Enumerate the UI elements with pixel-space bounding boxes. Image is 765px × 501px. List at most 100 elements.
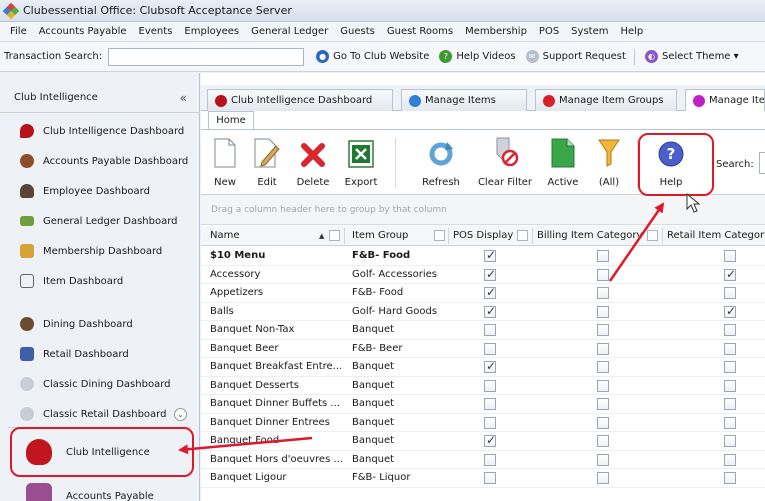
billing-category-checkbox[interactable] (597, 361, 609, 373)
billing-category-checkbox[interactable] (597, 324, 609, 336)
menu-guest-rooms[interactable]: Guest Rooms (381, 22, 459, 42)
retail-category-checkbox[interactable] (724, 342, 736, 355)
table-row[interactable]: Banquet Beer F&B- Beer (201, 340, 765, 358)
pos-display-checkbox[interactable] (484, 379, 496, 392)
sidebar-item-classic-dining-dashboard[interactable]: Classic Dining Dashboard (0, 369, 199, 399)
retail-category-checkbox[interactable] (724, 435, 736, 447)
pos-display-checkbox[interactable] (484, 304, 496, 318)
all-filter-button[interactable]: (All) (591, 134, 627, 194)
column-header-item-group[interactable]: Item Group (352, 226, 432, 246)
collapse-sidebar-icon[interactable]: « (180, 91, 187, 105)
retail-category-checkbox[interactable] (724, 453, 736, 466)
sidebar-item-accounts-payable-dashboard[interactable]: Accounts Payable Dashboard (0, 146, 199, 176)
pos-display-filter-icon[interactable] (517, 230, 528, 241)
billing-category-checkbox[interactable] (597, 250, 609, 262)
billing-category-checkbox[interactable] (597, 416, 609, 429)
new-button[interactable]: New (207, 134, 243, 194)
more-items-chevron-icon[interactable]: ⌄ (174, 407, 187, 421)
retail-category-checkbox[interactable] (724, 267, 736, 281)
transaction-search-input[interactable] (108, 47, 305, 66)
pos-display-checkbox[interactable] (484, 416, 496, 429)
retail-category-checkbox[interactable] (724, 379, 736, 392)
table-row[interactable]: Banquet Ligour F&B- Liquor (201, 469, 765, 488)
table-row[interactable]: Banquet Non-Tax Banquet (201, 321, 765, 340)
retail-category-checkbox[interactable] (724, 398, 736, 410)
billing-category-checkbox[interactable] (597, 453, 609, 466)
table-row[interactable]: Banquet Hors d'oeuvres ... Banquet (201, 451, 765, 469)
retail-category-checkbox[interactable] (724, 361, 736, 373)
billing-category-checkbox[interactable] (597, 268, 609, 281)
tab-club-intelligence-dashboard[interactable]: Club Intelligence Dashboard (207, 89, 393, 111)
retail-category-checkbox[interactable] (724, 324, 736, 336)
column-header-pos-display[interactable]: POS Display (453, 226, 515, 246)
refresh-button[interactable]: Refresh (417, 134, 465, 194)
pos-display-checkbox[interactable] (484, 472, 496, 484)
menu-events[interactable]: Events (133, 22, 179, 42)
menu-help[interactable]: Help (614, 22, 649, 42)
table-row[interactable]: Appetizers F&B- Food (201, 284, 765, 303)
billing-category-checkbox[interactable] (597, 305, 609, 318)
menu-system[interactable]: System (565, 22, 614, 42)
column-header-billing-item-category[interactable]: Billing Item Category (537, 226, 645, 246)
go-to-club-website-link[interactable]: ● Go To Club Website (316, 50, 429, 63)
menu-pos[interactable]: POS (533, 22, 565, 42)
pos-display-checkbox[interactable] (484, 248, 496, 262)
retail-category-checkbox[interactable] (724, 304, 736, 318)
billing-category-filter-icon[interactable] (647, 230, 658, 241)
sidebar-item-classic-retail-dashboard[interactable]: Classic Retail Dashboard ⌄ (0, 399, 199, 429)
billing-category-checkbox[interactable] (597, 435, 609, 447)
pos-display-checkbox[interactable] (484, 267, 496, 281)
pos-display-checkbox[interactable] (484, 453, 496, 466)
table-row[interactable]: Banquet Desserts Banquet (201, 377, 765, 395)
billing-category-checkbox[interactable] (597, 287, 609, 299)
active-filter-button[interactable]: Active (543, 134, 583, 194)
tab-manage-items[interactable]: Manage Items (401, 89, 527, 111)
billing-category-checkbox[interactable] (597, 398, 609, 410)
retail-category-checkbox[interactable] (724, 287, 736, 299)
sidebar-item-membership-dashboard[interactable]: Membership Dashboard (0, 236, 199, 266)
menu-accounts-payable[interactable]: Accounts Payable (33, 22, 133, 42)
search-input[interactable] (759, 152, 765, 174)
table-row[interactable]: Banquet Dinner Buffets ... Banquet (201, 395, 765, 414)
tab-manage-item-groups[interactable]: Manage Item Groups (535, 89, 677, 111)
table-row[interactable]: Balls Golf- Hard Goods (201, 303, 765, 321)
edit-button[interactable]: Edit (249, 134, 285, 194)
column-header-name[interactable]: Name (210, 226, 310, 246)
pos-display-checkbox[interactable] (484, 342, 496, 355)
item-group-filter-icon[interactable] (434, 230, 445, 241)
export-button[interactable]: Export (341, 134, 381, 194)
retail-category-checkbox[interactable] (724, 416, 736, 429)
group-by-panel[interactable]: Drag a column header here to group by th… (201, 195, 765, 225)
pos-display-checkbox[interactable] (484, 324, 496, 336)
sidebar-item-item-dashboard[interactable]: Item Dashboard (0, 266, 199, 296)
menu-membership[interactable]: Membership (459, 22, 533, 42)
sidebar-item-club-intelligence-dashboard[interactable]: Club Intelligence Dashboard (0, 116, 199, 146)
support-request-link[interactable]: ✉ Support Request (525, 50, 626, 63)
select-theme-button[interactable]: ◐ Select Theme ▾ (644, 50, 739, 63)
pos-display-checkbox[interactable] (484, 359, 496, 373)
pos-display-checkbox[interactable] (484, 398, 496, 410)
sidebar-item-dining-dashboard[interactable]: Dining Dashboard (0, 309, 199, 339)
sidebar-item-retail-dashboard[interactable]: Retail Dashboard (0, 339, 199, 369)
menu-general-ledger[interactable]: General Ledger (245, 22, 334, 42)
delete-button[interactable]: Delete (293, 134, 333, 194)
menu-employees[interactable]: Employees (178, 22, 245, 42)
tab-manage-item-categories[interactable]: Manage Ite (685, 89, 765, 111)
table-row[interactable]: $10 Menu F&B- Food (201, 247, 765, 266)
retail-category-checkbox[interactable] (724, 250, 736, 262)
pos-display-checkbox[interactable] (484, 433, 496, 447)
sidebar-item-general-ledger-dashboard[interactable]: General Ledger Dashboard (0, 206, 199, 236)
module-accounts-payable[interactable]: Accounts Payable (14, 478, 184, 501)
retail-category-checkbox[interactable] (724, 472, 736, 484)
pos-display-checkbox[interactable] (484, 285, 496, 299)
clear-filter-button[interactable]: Clear Filter (475, 134, 535, 194)
column-header-retail-item-category[interactable]: Retail Item Category (667, 226, 765, 246)
billing-category-checkbox[interactable] (597, 379, 609, 392)
menu-guests[interactable]: Guests (334, 22, 381, 42)
menu-file[interactable]: File (4, 22, 33, 42)
table-row[interactable]: Banquet Dinner Entrees Banquet (201, 414, 765, 432)
table-row[interactable]: Accessory Golf- Accessories (201, 266, 765, 284)
sort-ascending-icon[interactable]: ▲ (319, 226, 324, 246)
sidebar-item-employee-dashboard[interactable]: Employee Dashboard (0, 176, 199, 206)
billing-category-checkbox[interactable] (597, 342, 609, 355)
